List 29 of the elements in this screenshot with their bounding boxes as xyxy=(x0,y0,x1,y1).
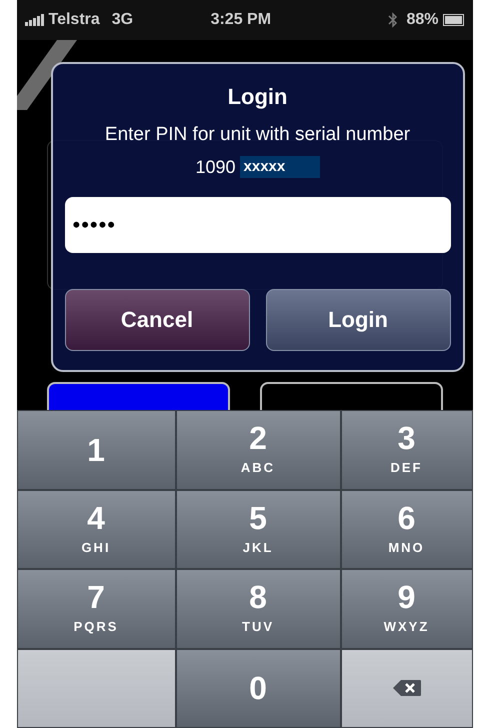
keypad-key[interactable]: 7 PQRS xyxy=(16,569,176,648)
mode-button[interactable] xyxy=(46,382,230,410)
keypad-key[interactable]: 9 WXYZ xyxy=(340,569,472,648)
keypad-key[interactable]: 6 MNO xyxy=(340,490,472,569)
keypad-key[interactable]: 0 xyxy=(176,648,340,728)
mode-button[interactable] xyxy=(260,382,442,410)
delete-key[interactable] xyxy=(340,648,472,728)
stripe-drawing xyxy=(16,40,76,110)
network-type: 3G xyxy=(112,10,134,30)
clock-time: 3:25 PM xyxy=(210,10,272,30)
battery-percent: 88% xyxy=(406,10,438,30)
backspace-icon xyxy=(392,679,422,698)
keypad-key[interactable]: 2 ABC xyxy=(176,410,340,490)
carrier-name: Telstra xyxy=(48,10,100,30)
serial-number: 1090 xyxy=(195,156,236,178)
pin-field[interactable]: ••••• xyxy=(64,196,450,252)
login-button[interactable]: Login xyxy=(266,288,450,350)
bluetooth-icon xyxy=(388,12,398,28)
signal-icon xyxy=(24,14,44,26)
cancel-button[interactable]: Cancel xyxy=(64,288,250,350)
keypad-key[interactable]: 3 DEF xyxy=(340,410,472,490)
keypad-key[interactable]: 8 TUV xyxy=(176,569,340,648)
dialog-message: Enter PIN for unit with serial number xyxy=(104,123,410,147)
dialog-title: Login xyxy=(228,83,288,111)
keypad-key[interactable]: 4 GHI xyxy=(16,490,176,569)
keypad-key[interactable]: 1 xyxy=(16,410,176,490)
masked-serial: xxxxx xyxy=(240,156,320,178)
keypad-key[interactable]: 5 JKL xyxy=(176,490,340,569)
battery-icon xyxy=(442,14,464,26)
